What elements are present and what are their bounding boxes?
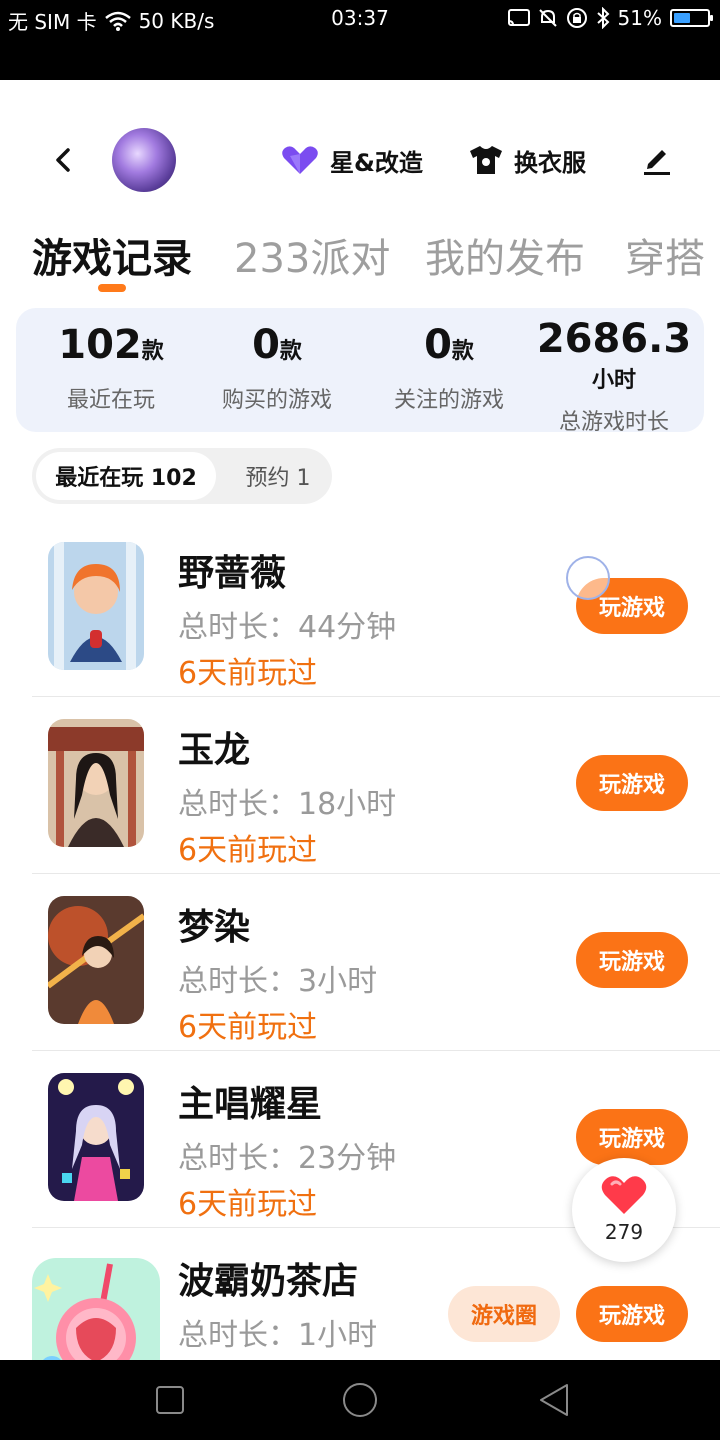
home-button[interactable] bbox=[340, 1380, 380, 1420]
game-title: 梦染 bbox=[178, 907, 251, 948]
play-button[interactable]: 玩游戏 bbox=[576, 1286, 688, 1342]
edit-button[interactable] bbox=[636, 140, 676, 180]
play-button[interactable]: 玩游戏 bbox=[576, 755, 688, 811]
back-button[interactable] bbox=[44, 140, 84, 180]
rotation-lock-icon bbox=[566, 8, 587, 28]
triangle-back-icon bbox=[540, 1384, 568, 1416]
game-title: 主唱耀星 bbox=[178, 1084, 323, 1125]
change-clothes-label: 换衣服 bbox=[514, 148, 586, 177]
game-last-played: 6天前玩过 bbox=[178, 656, 318, 691]
stat-unit: 款 bbox=[451, 339, 474, 364]
battery-icon bbox=[670, 9, 713, 27]
tab-233-party[interactable]: 233派对 bbox=[234, 226, 390, 284]
subtab-recent[interactable]: 最近在玩 102 bbox=[36, 452, 216, 500]
stat-unit: 款 bbox=[141, 339, 164, 364]
game-duration: 总时长：3小时 bbox=[178, 964, 378, 999]
game-duration: 总时长：18小时 bbox=[178, 787, 397, 822]
game-icon bbox=[48, 719, 144, 847]
game-icon bbox=[48, 1073, 144, 1201]
list-item[interactable]: 玉龙 总时长：18小时 6天前玩过 玩游戏 bbox=[0, 697, 720, 874]
stat-unit: 小时 bbox=[591, 368, 636, 393]
tab-game-records[interactable]: 游戏记录 bbox=[32, 226, 192, 284]
list-item[interactable]: 野蔷薇 总时长：44分钟 6天前玩过 玩游戏 bbox=[0, 520, 720, 697]
profile-tabs: 游戏记录 233派对 我的发布 穿搭 bbox=[0, 220, 720, 300]
game-icon bbox=[32, 1258, 160, 1360]
game-circle-button[interactable]: 游戏圈 bbox=[448, 1286, 560, 1342]
stat-label: 关注的游戏 bbox=[393, 388, 504, 413]
bluetooth-icon bbox=[596, 7, 609, 29]
subtab-reserve[interactable]: 预约 1 bbox=[228, 452, 328, 500]
star-modify-label: 星&改造 bbox=[330, 148, 423, 177]
stat-value: 2686.3 bbox=[536, 316, 692, 362]
avatar[interactable] bbox=[112, 128, 176, 192]
tshirt-icon bbox=[470, 146, 502, 174]
back-nav-button[interactable] bbox=[534, 1380, 574, 1420]
game-last-played: 6天前玩过 bbox=[178, 833, 318, 868]
tab-indicator bbox=[98, 284, 126, 292]
game-icon bbox=[48, 542, 144, 670]
game-title: 波霸奶茶店 bbox=[178, 1261, 359, 1302]
game-title: 野蔷薇 bbox=[178, 553, 287, 594]
heart-icon bbox=[601, 1176, 647, 1214]
square-icon bbox=[156, 1386, 184, 1414]
touch-indicator bbox=[566, 556, 610, 600]
game-duration: 总时长：23分钟 bbox=[178, 1141, 397, 1176]
like-button[interactable]: 279 bbox=[572, 1158, 676, 1262]
chevron-left-icon bbox=[56, 148, 70, 172]
tab-my-posts[interactable]: 我的发布 bbox=[425, 226, 585, 284]
stat-value: 0 bbox=[424, 322, 452, 368]
pen-icon bbox=[644, 150, 670, 175]
recents-button[interactable] bbox=[150, 1380, 190, 1420]
game-duration: 总时长：44分钟 bbox=[178, 610, 397, 645]
system-nav-bar bbox=[0, 1360, 720, 1440]
play-button[interactable]: 玩游戏 bbox=[576, 932, 688, 988]
stat-label: 最近在玩 bbox=[66, 388, 155, 413]
stat-unit: 款 bbox=[279, 339, 302, 364]
circle-icon bbox=[343, 1383, 377, 1417]
stats-panel: 102款 最近在玩 0款 购买的游戏 0款 关注的游戏 2686.3小时 总游戏… bbox=[16, 308, 704, 432]
battery-level bbox=[674, 13, 691, 23]
stat-value: 0 bbox=[252, 322, 280, 368]
list-item[interactable]: 梦染 总时长：3小时 6天前玩过 玩游戏 bbox=[0, 874, 720, 1051]
stat-label: 购买的游戏 bbox=[221, 388, 332, 413]
stat-recent[interactable]: 102款 最近在玩 bbox=[36, 322, 186, 414]
star-modify-button[interactable]: 星&改造 bbox=[280, 140, 423, 180]
stat-purchased[interactable]: 0款 购买的游戏 bbox=[202, 322, 352, 414]
heart-gem-icon bbox=[282, 146, 318, 174]
status-right: 51% bbox=[507, 6, 713, 30]
battery-percent: 51% bbox=[617, 6, 662, 30]
play-button[interactable]: 玩游戏 bbox=[576, 1109, 688, 1165]
game-icon bbox=[48, 896, 144, 1024]
stat-total-time[interactable]: 2686.3 小时 总游戏时长 bbox=[528, 316, 700, 432]
top-bar: 星&改造 换衣服 bbox=[0, 120, 720, 200]
game-last-played: 6天前玩过 bbox=[178, 1187, 318, 1222]
change-clothes-button[interactable]: 换衣服 bbox=[468, 140, 586, 180]
profile-page: 星&改造 换衣服 游戏记录 233派对 我的发布 穿搭 102款 最近在玩 0款… bbox=[0, 80, 720, 1360]
status-bar: 无 SIM 卡 50 KB/s 03:37 51% bbox=[0, 0, 720, 80]
game-last-played: 6天前玩过 bbox=[178, 1010, 318, 1045]
stat-value: 102 bbox=[58, 322, 142, 368]
record-subtabs: 最近在玩 102 预约 1 bbox=[32, 448, 332, 504]
stat-followed[interactable]: 0款 关注的游戏 bbox=[374, 322, 524, 414]
game-title: 玉龙 bbox=[178, 730, 251, 771]
mute-bell-icon bbox=[538, 9, 557, 27]
stat-label: 总游戏时长 bbox=[558, 410, 669, 432]
cast-icon bbox=[507, 9, 530, 26]
like-count: 279 bbox=[604, 1220, 644, 1244]
tab-outfits[interactable]: 穿搭 bbox=[625, 226, 705, 284]
game-duration: 总时长：1小时 bbox=[178, 1318, 378, 1353]
